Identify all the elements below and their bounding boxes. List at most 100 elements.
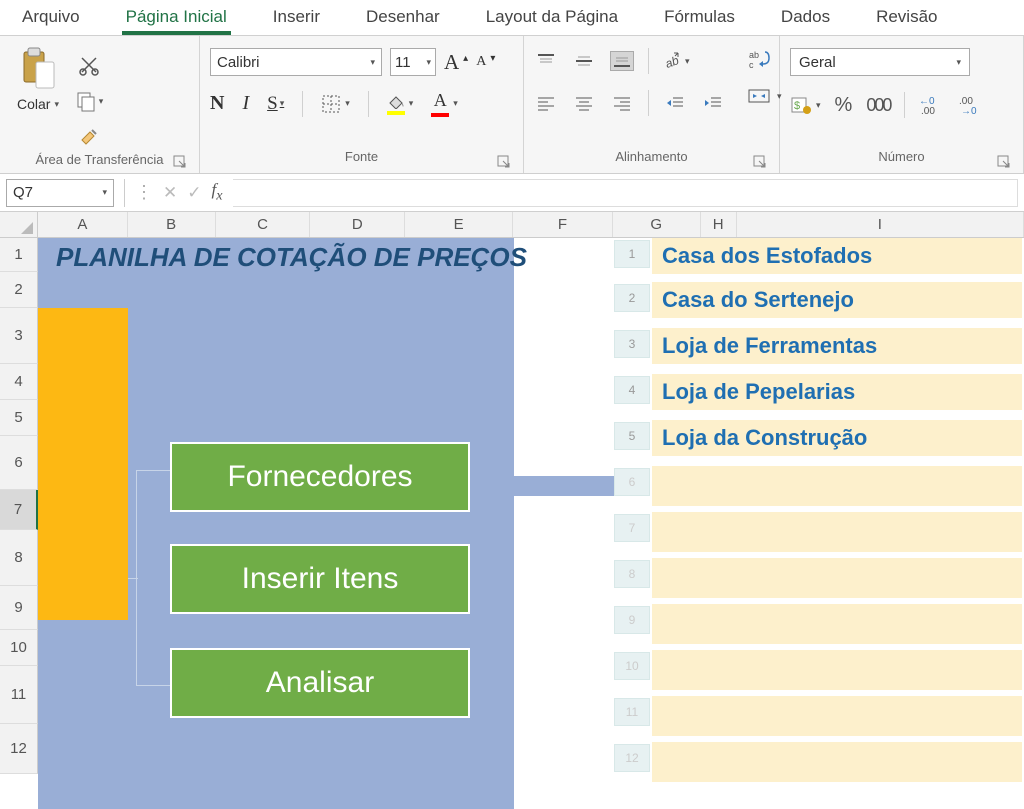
col-header-F[interactable]: F: [513, 212, 613, 237]
increase-font-button[interactable]: A▴: [444, 50, 468, 75]
borders-button[interactable]: ▾: [321, 94, 350, 114]
dialog-launcher-font[interactable]: [497, 155, 511, 169]
cancel-formula-button[interactable]: ✕: [163, 183, 177, 203]
font-color-button[interactable]: A▾: [431, 90, 458, 117]
tab-dados[interactable]: Dados: [777, 1, 834, 35]
formula-bar: Q7▾ ⋮ ✕ ✓ fx: [0, 174, 1024, 212]
enter-formula-button[interactable]: ✓: [187, 183, 201, 203]
percent-button[interactable]: %: [835, 94, 853, 117]
supplier-11[interactable]: [652, 696, 1022, 740]
tab-pagina-inicial[interactable]: Página Inicial: [122, 1, 231, 35]
copy-button[interactable]: ▾: [74, 88, 104, 114]
decrease-decimal-button[interactable]: .00→0: [959, 94, 985, 117]
row-header-12[interactable]: 12: [0, 724, 38, 774]
number-format-select[interactable]: Geral▾: [790, 48, 970, 76]
supplier-4[interactable]: Loja de Pepelarias: [652, 374, 1022, 414]
h-badge-7: 7: [614, 514, 650, 542]
font-size-value: 11: [395, 54, 411, 71]
fill-color-button[interactable]: ▾: [387, 93, 414, 115]
tab-inserir[interactable]: Inserir: [269, 1, 324, 35]
tab-arquivo[interactable]: Arquivo: [18, 1, 84, 35]
number-format-value: Geral: [799, 54, 836, 71]
orientation-button[interactable]: ab▾: [663, 52, 690, 70]
supplier-3[interactable]: Loja de Ferramentas: [652, 328, 1022, 368]
select-all-corner[interactable]: [0, 212, 38, 237]
formula-input[interactable]: [233, 179, 1018, 207]
supplier-6[interactable]: [652, 466, 1022, 510]
increase-decimal-button[interactable]: ←0.00: [919, 94, 945, 117]
font-size-select[interactable]: 11▾: [390, 48, 436, 76]
italic-button[interactable]: I: [242, 92, 249, 115]
supplier-7[interactable]: [652, 512, 1022, 556]
supplier-8[interactable]: [652, 558, 1022, 602]
col-header-H[interactable]: H: [701, 212, 737, 237]
row-header-5[interactable]: 5: [0, 400, 38, 436]
paste-button[interactable]: Colar▾: [17, 96, 59, 112]
column-headers: A B C D E F G H I: [0, 212, 1024, 238]
row-header-8[interactable]: 8: [0, 530, 38, 586]
col-header-G[interactable]: G: [613, 212, 701, 237]
align-bottom-button[interactable]: [610, 51, 634, 71]
supplier-12[interactable]: [652, 742, 1022, 786]
col-header-B[interactable]: B: [128, 212, 216, 237]
supplier-10[interactable]: [652, 650, 1022, 694]
row-header-4[interactable]: 4: [0, 364, 38, 400]
tab-revisao[interactable]: Revisão: [872, 1, 941, 35]
col-header-A[interactable]: A: [38, 212, 128, 237]
row-header-7[interactable]: 7: [0, 490, 38, 530]
dialog-launcher-alignment[interactable]: [753, 155, 767, 169]
tab-formulas[interactable]: Fórmulas: [660, 1, 739, 35]
col-header-C[interactable]: C: [216, 212, 311, 237]
fx-icon[interactable]: fx: [212, 180, 223, 204]
merge-center-button[interactable]: ▾: [747, 86, 782, 106]
paste-icon[interactable]: [18, 46, 58, 94]
supplier-9[interactable]: [652, 604, 1022, 648]
tab-desenhar[interactable]: Desenhar: [362, 1, 444, 35]
bold-button[interactable]: N: [210, 92, 224, 115]
align-right-button[interactable]: [610, 93, 634, 113]
fornecedores-button[interactable]: Fornecedores: [170, 442, 470, 512]
underline-button[interactable]: S▾: [267, 93, 284, 115]
supplier-5[interactable]: Loja da Construção: [652, 420, 1022, 460]
grid-body[interactable]: 1 2 3 4 5 6 7 8 9 10 11 12 PLANILHA DE C…: [0, 238, 1024, 809]
align-center-button[interactable]: [572, 93, 596, 113]
ribbon: Colar▾ ▾ Área de Transferência Calibri▾ …: [0, 36, 1024, 174]
decrease-indent-button[interactable]: [663, 93, 687, 113]
inserir-itens-button[interactable]: Inserir Itens: [170, 544, 470, 614]
row-header-6[interactable]: 6: [0, 436, 38, 490]
accounting-format-button[interactable]: $▾: [790, 95, 821, 115]
supplier-2[interactable]: Casa do Sertenejo: [652, 282, 1022, 322]
row-header-2[interactable]: 2: [0, 272, 38, 308]
row6-extension: [514, 476, 614, 496]
dialog-launcher-clipboard[interactable]: [173, 155, 187, 169]
tab-layout[interactable]: Layout da Página: [482, 1, 622, 35]
name-box-value: Q7: [13, 184, 33, 201]
h-badge-2: 2: [614, 284, 650, 312]
analisar-button[interactable]: Analisar: [170, 648, 470, 718]
row-header-9[interactable]: 9: [0, 586, 38, 630]
supplier-1[interactable]: Casa dos Estofados: [652, 238, 1022, 278]
col-header-I[interactable]: I: [737, 212, 1024, 237]
yellow-bar: [38, 308, 128, 620]
align-middle-button[interactable]: [572, 51, 596, 71]
col-header-E[interactable]: E: [405, 212, 513, 237]
row-header-3[interactable]: 3: [0, 308, 38, 364]
row-header-10[interactable]: 10: [0, 630, 38, 666]
wrap-text-button[interactable]: abc: [747, 48, 782, 70]
name-box[interactable]: Q7▾: [6, 179, 114, 207]
font-name-select[interactable]: Calibri▾: [210, 48, 382, 76]
svg-text:.00: .00: [921, 106, 935, 114]
comma-style-button[interactable]: 000: [866, 95, 890, 116]
align-left-button[interactable]: [534, 93, 558, 113]
format-painter-button[interactable]: [74, 124, 104, 150]
dialog-launcher-number[interactable]: [997, 155, 1011, 169]
cut-button[interactable]: [74, 52, 104, 78]
decrease-font-button[interactable]: A▾: [476, 54, 495, 70]
row-header-1[interactable]: 1: [0, 238, 38, 272]
col-header-D[interactable]: D: [310, 212, 405, 237]
h-badge-10: 10: [614, 652, 650, 680]
increase-indent-button[interactable]: [701, 93, 725, 113]
align-top-button[interactable]: [534, 51, 558, 71]
row-header-11[interactable]: 11: [0, 666, 38, 724]
formula-menu-icon[interactable]: ⋮: [135, 182, 153, 203]
